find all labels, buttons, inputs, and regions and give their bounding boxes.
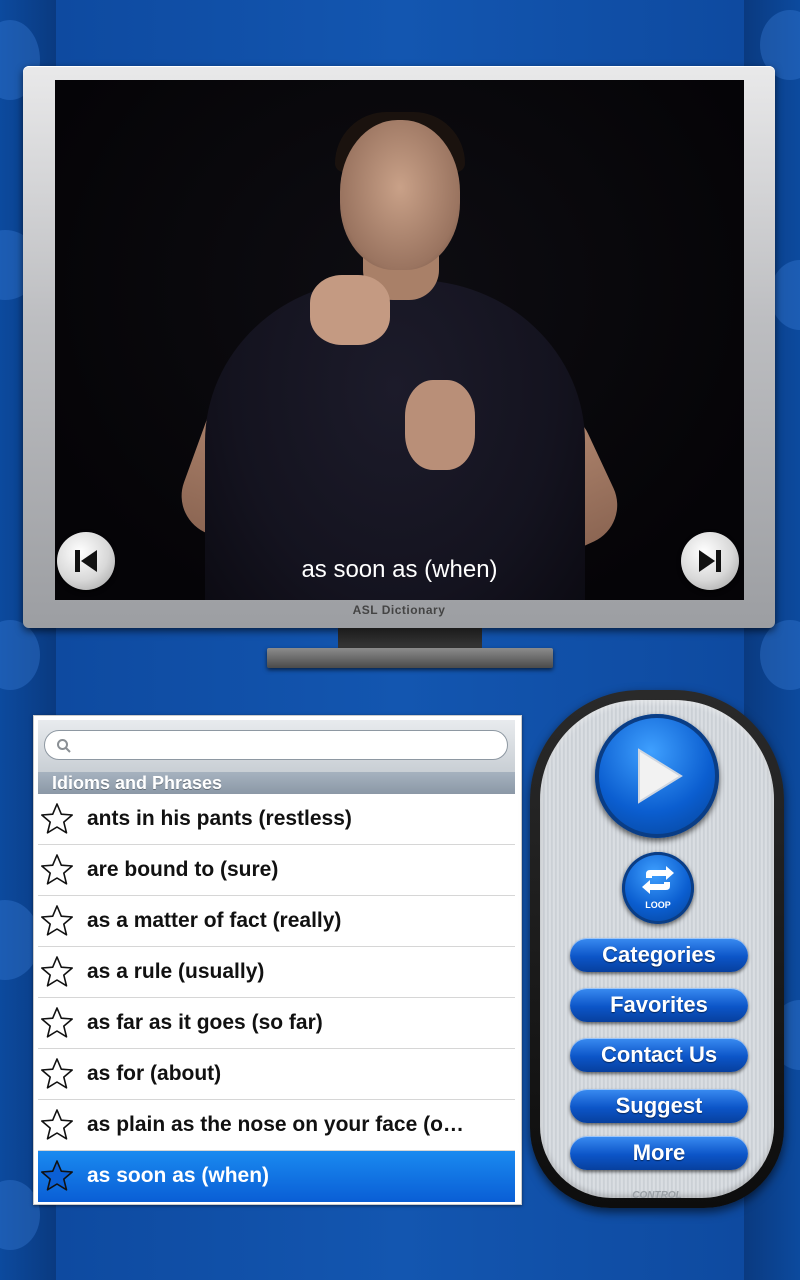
list-item-label: as a matter of fact (really) xyxy=(87,909,342,932)
list-item[interactable]: as a matter of fact (really) xyxy=(38,896,515,947)
list-item[interactable]: as for (about) xyxy=(38,1049,515,1100)
list-item-label: are bound to (sure) xyxy=(87,858,279,881)
section-header: Idioms and Phrases xyxy=(38,772,515,794)
search-input[interactable] xyxy=(44,730,508,760)
search-icon xyxy=(57,739,71,753)
play-icon xyxy=(638,748,683,804)
remote-control: LOOP Categories Favorites Contact Us Sug… xyxy=(530,690,784,1208)
tv-brand-label: ASL Dictionary xyxy=(352,603,446,617)
list-item[interactable]: as a rule (usually) xyxy=(38,947,515,998)
list-item[interactable]: are bound to (sure) xyxy=(38,845,515,896)
video-caption: as soon as (when) xyxy=(301,556,498,583)
list-item-label: as soon as (when) xyxy=(87,1164,270,1187)
favorite-star-icon[interactable] xyxy=(39,903,75,939)
list-item[interactable]: ants in his pants (restless) xyxy=(38,794,515,845)
video-frame-figure xyxy=(205,280,585,600)
categories-button[interactable]: Categories xyxy=(570,938,748,972)
list-item[interactable]: as plain as the nose on your face (o… xyxy=(38,1100,515,1151)
suggest-button[interactable]: Suggest xyxy=(570,1089,748,1123)
favorite-star-icon[interactable] xyxy=(39,1005,75,1041)
more-button[interactable]: More xyxy=(570,1136,748,1170)
skip-previous-icon xyxy=(75,550,97,572)
search-bar xyxy=(38,720,515,776)
play-button[interactable] xyxy=(595,714,719,838)
favorites-button[interactable]: Favorites xyxy=(570,988,748,1022)
favorite-star-icon[interactable] xyxy=(39,1107,75,1143)
loop-label: LOOP xyxy=(645,900,671,910)
favorite-star-icon[interactable] xyxy=(39,852,75,888)
contact-us-button[interactable]: Contact Us xyxy=(570,1038,748,1072)
loop-button[interactable]: LOOP xyxy=(622,852,694,924)
loop-icon xyxy=(642,866,674,894)
favorite-star-icon[interactable] xyxy=(39,954,75,990)
video-player-frame: as soon as (when) ASL Dictionary xyxy=(23,66,775,628)
tv-stand-base xyxy=(267,648,553,668)
list-item[interactable]: as far as it goes (so far) xyxy=(38,998,515,1049)
control-label: CONTROL xyxy=(632,1190,682,1201)
list-item-label: as plain as the nose on your face (o… xyxy=(87,1113,464,1136)
video-frame-figure xyxy=(310,275,390,345)
tv-stand-neck xyxy=(338,628,482,650)
favorite-star-icon[interactable] xyxy=(39,801,75,837)
video-frame-figure xyxy=(405,380,475,470)
list-item[interactable]: as soon as (when) xyxy=(38,1151,515,1202)
favorite-star-icon[interactable] xyxy=(39,1056,75,1092)
favorite-star-icon[interactable] xyxy=(39,1158,75,1194)
video-frame-figure xyxy=(340,120,460,270)
remote-control-face: LOOP Categories Favorites Contact Us Sug… xyxy=(540,700,774,1201)
skip-next-icon xyxy=(699,550,721,572)
list-item-label: as far as it goes (so far) xyxy=(87,1011,323,1034)
phrase-list-panel: Idioms and Phrases ants in his pants (re… xyxy=(33,715,522,1205)
list-item-label: ants in his pants (restless) xyxy=(87,807,352,830)
next-button[interactable] xyxy=(681,532,739,590)
list-item-label: as for (about) xyxy=(87,1062,222,1085)
phrase-list: ants in his pants (restless) are bound to… xyxy=(38,794,515,1202)
previous-button[interactable] xyxy=(57,532,115,590)
video-screen[interactable]: as soon as (when) xyxy=(55,80,744,600)
list-item-label: as a rule (usually) xyxy=(87,960,265,983)
